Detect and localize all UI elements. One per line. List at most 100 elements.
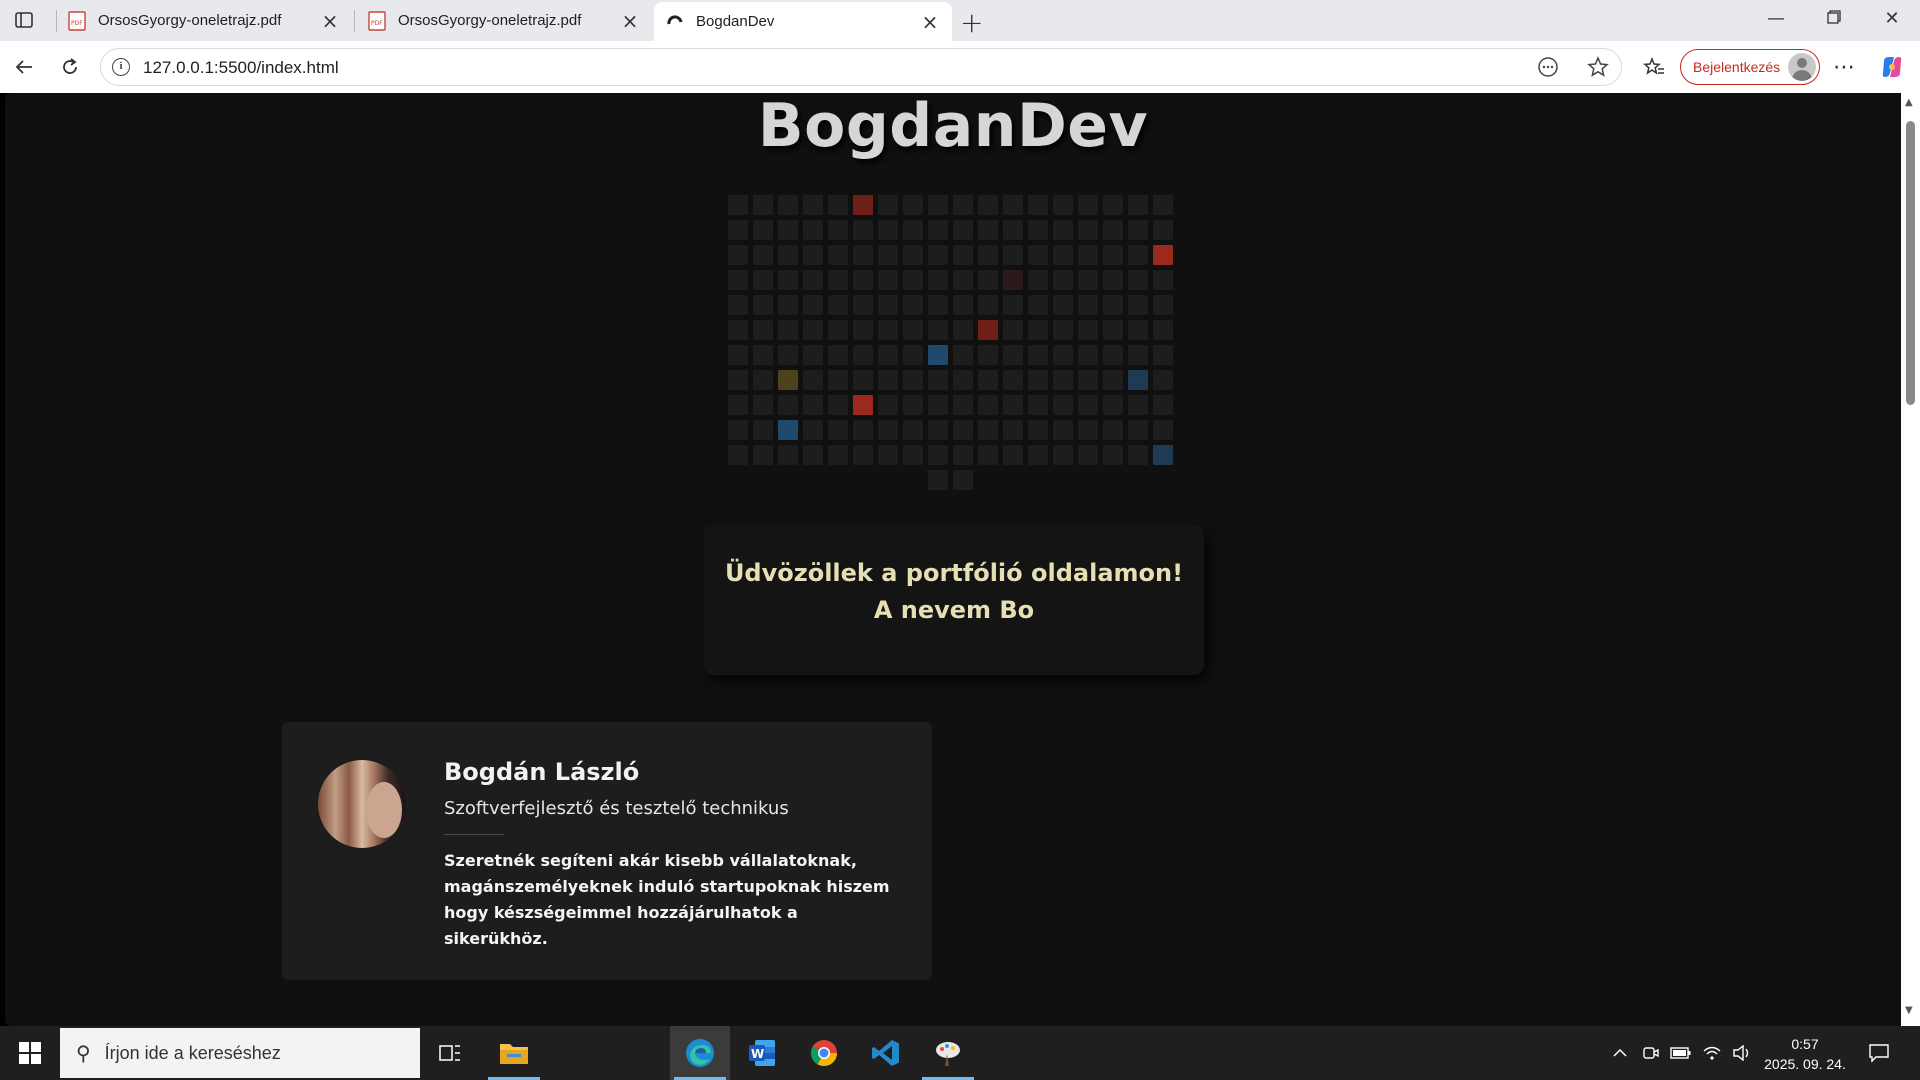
tab-pdf-2[interactable]: PDF OrsosGyorgy-oneletrajz.pdf × xyxy=(356,0,652,41)
edge-icon[interactable] xyxy=(670,1026,730,1080)
sign-in-button[interactable]: Bejelentkezés xyxy=(1680,49,1820,85)
grid-cell xyxy=(928,220,948,240)
volume-icon[interactable] xyxy=(1732,1026,1752,1080)
meet-now-icon[interactable] xyxy=(1642,1026,1660,1080)
scroll-down-icon[interactable]: ▼ xyxy=(1905,1005,1913,1016)
grid-cell xyxy=(978,220,998,240)
grid-cell xyxy=(728,270,748,290)
clock[interactable]: 0:57 2025. 09. 24. xyxy=(1760,1034,1850,1074)
scrollbar[interactable]: ▲ ▼ xyxy=(1901,93,1920,1026)
close-icon[interactable]: × xyxy=(920,10,940,34)
start-button[interactable] xyxy=(0,1026,60,1080)
show-hidden-icons[interactable] xyxy=(1612,1026,1628,1080)
grid-cell xyxy=(778,245,798,265)
tab-pdf-1[interactable]: PDF OrsosGyorgy-oneletrajz.pdf × xyxy=(56,0,352,41)
grid-cell xyxy=(1028,195,1048,215)
grid-cell xyxy=(903,270,923,290)
grid-cell xyxy=(1053,395,1073,415)
grid-cell xyxy=(1128,345,1148,365)
grid-cell xyxy=(878,320,898,340)
grid-cell xyxy=(978,295,998,315)
grid-cell xyxy=(1078,345,1098,365)
info-icon[interactable]: i xyxy=(112,58,130,76)
more-options-icon[interactable]: ⋯ xyxy=(1828,51,1860,83)
grid-cell xyxy=(1128,195,1148,215)
tab-bogdandev[interactable]: BogdanDev × xyxy=(654,2,952,41)
word-icon[interactable]: W xyxy=(732,1026,792,1080)
grid-cell xyxy=(978,245,998,265)
grid-cell xyxy=(953,370,973,390)
grid-cell xyxy=(828,195,848,215)
refresh-icon[interactable] xyxy=(54,51,86,83)
reading-mode-icon[interactable] xyxy=(1537,56,1559,83)
grid-cell xyxy=(853,220,873,240)
grid-cell xyxy=(978,395,998,415)
grid-cell xyxy=(1053,320,1073,340)
grid-cell xyxy=(778,320,798,340)
grid-cell xyxy=(853,320,873,340)
task-view-icon[interactable] xyxy=(420,1026,480,1080)
divider xyxy=(444,834,504,835)
copilot-icon[interactable] xyxy=(1876,51,1908,83)
grid-cell xyxy=(828,320,848,340)
grid-cell xyxy=(803,270,823,290)
grid-cell xyxy=(1003,270,1023,290)
scroll-up-icon[interactable]: ▲ xyxy=(1905,97,1913,108)
grid-cell xyxy=(828,295,848,315)
wifi-icon[interactable] xyxy=(1702,1026,1722,1080)
grid-cell xyxy=(1103,320,1123,340)
grid-cell xyxy=(953,345,973,365)
grid-cell xyxy=(1103,445,1123,465)
grid-cell xyxy=(853,270,873,290)
grid-cell xyxy=(828,370,848,390)
taskbar-search[interactable]: ⚲ Írjon ide a kereséshez xyxy=(60,1028,420,1078)
grid-cell xyxy=(1153,370,1173,390)
battery-icon[interactable] xyxy=(1670,1026,1692,1080)
vscode-icon[interactable] xyxy=(856,1026,916,1080)
grid-cell xyxy=(1153,295,1173,315)
grid-cell xyxy=(778,295,798,315)
grid-cell xyxy=(953,295,973,315)
close-window-icon[interactable]: ✕ xyxy=(1872,8,1912,29)
file-explorer-icon[interactable] xyxy=(484,1026,544,1080)
pdf-icon: PDF xyxy=(68,10,86,31)
grid-cell xyxy=(1003,420,1023,440)
grid-cell xyxy=(778,220,798,240)
grid-cell xyxy=(978,320,998,340)
favorite-star-icon[interactable] xyxy=(1587,56,1609,83)
restore-icon[interactable] xyxy=(1814,8,1854,29)
grid-cell xyxy=(753,270,773,290)
back-icon[interactable] xyxy=(8,51,40,83)
grid-cell xyxy=(1153,345,1173,365)
tab-actions-icon[interactable] xyxy=(10,8,38,32)
grid-cell xyxy=(853,420,873,440)
url-input[interactable]: i 127.0.0.1:5500/index.html xyxy=(100,48,1622,86)
close-icon[interactable]: × xyxy=(320,9,340,33)
grid-cell xyxy=(728,295,748,315)
welcome-line-2: A nevem Bo xyxy=(873,596,1035,624)
grid-cell xyxy=(753,195,773,215)
grid-cell xyxy=(853,345,873,365)
grid-cell xyxy=(828,270,848,290)
favorites-icon[interactable] xyxy=(1638,51,1670,83)
grid-cell xyxy=(928,295,948,315)
grid-cell xyxy=(1053,270,1073,290)
grid-cell xyxy=(953,395,973,415)
grid-cell xyxy=(828,220,848,240)
grid-cell xyxy=(903,295,923,315)
grid-cell xyxy=(1028,445,1048,465)
grid-cell xyxy=(928,245,948,265)
site-icon xyxy=(667,14,683,24)
chrome-icon[interactable] xyxy=(794,1026,854,1080)
paint-app-icon[interactable] xyxy=(918,1026,978,1080)
grid-cell xyxy=(1003,220,1023,240)
grid-cell xyxy=(1128,245,1148,265)
grid-cell xyxy=(753,345,773,365)
new-tab-button[interactable]: + xyxy=(960,6,983,39)
minimize-icon[interactable]: — xyxy=(1756,8,1796,29)
tab-title: BogdanDev xyxy=(696,13,775,30)
scrollbar-thumb[interactable] xyxy=(1906,121,1915,405)
notifications-icon[interactable] xyxy=(1868,1026,1890,1080)
grid-cell xyxy=(1053,345,1073,365)
close-icon[interactable]: × xyxy=(620,9,640,33)
